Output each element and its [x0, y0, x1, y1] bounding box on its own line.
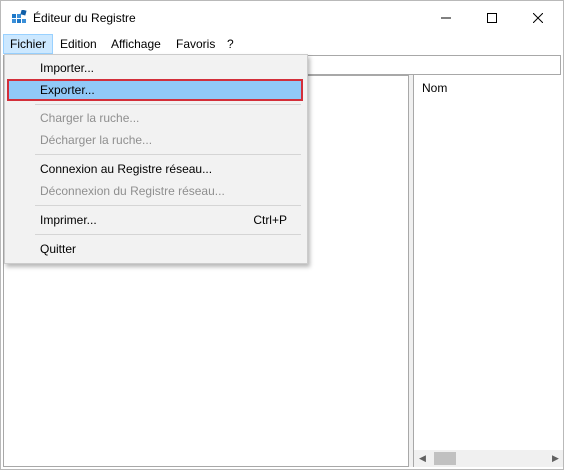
- maximize-button[interactable]: [469, 1, 515, 34]
- menu-item-exporter[interactable]: Exporter...: [7, 79, 303, 101]
- menu-item-decharger-ruche: Décharger la ruche...: [7, 129, 303, 151]
- menu-help[interactable]: ?: [221, 34, 240, 54]
- menu-item-deconnexion-reseau: Déconnexion du Registre réseau...: [7, 180, 303, 202]
- menu-fichier[interactable]: Fichier: [3, 34, 54, 54]
- column-header-nom[interactable]: Nom: [422, 81, 447, 95]
- minimize-icon: [441, 13, 451, 23]
- scroll-left-icon[interactable]: ◀: [414, 450, 431, 467]
- close-icon: [533, 12, 543, 23]
- title-bar[interactable]: Éditeur du Registre: [1, 1, 563, 34]
- horizontal-scrollbar[interactable]: ◀ ▶: [414, 450, 563, 467]
- menu-item-label: Décharger la ruche...: [40, 133, 153, 147]
- menu-item-connexion-reseau[interactable]: Connexion au Registre réseau...: [7, 158, 303, 180]
- menu-item-importer[interactable]: Importer...: [7, 57, 303, 79]
- scroll-thumb[interactable]: [434, 452, 456, 465]
- menu-item-charger-ruche: Charger la ruche...: [7, 107, 303, 129]
- menu-item-label: Exporter...: [40, 83, 95, 97]
- menu-item-quitter[interactable]: Quitter: [7, 238, 303, 260]
- menu-separator: [35, 104, 301, 105]
- scroll-right-icon[interactable]: ▶: [547, 450, 563, 467]
- menu-favoris[interactable]: Favoris: [170, 34, 221, 54]
- menu-item-imprimer[interactable]: Imprimer... Ctrl+P: [7, 209, 303, 231]
- menu-edition[interactable]: Edition: [54, 34, 103, 54]
- menu-item-shortcut: Ctrl+P: [253, 213, 287, 227]
- menu-item-label: Charger la ruche...: [40, 111, 140, 125]
- menu-item-label: Déconnexion du Registre réseau...: [40, 184, 225, 198]
- menu-affichage[interactable]: Affichage: [105, 34, 167, 54]
- menu-item-label: Imprimer...: [40, 213, 97, 227]
- maximize-icon: [487, 12, 497, 23]
- menu-separator: [35, 205, 301, 206]
- menu-separator: [35, 234, 301, 235]
- minimize-button[interactable]: [423, 1, 469, 34]
- registry-editor-window: Éditeur du Registre Fichier Edition Affi…: [0, 0, 564, 470]
- window-title: Éditeur du Registre: [33, 11, 136, 25]
- menu-item-label: Quitter: [40, 242, 77, 256]
- close-button[interactable]: [515, 1, 561, 34]
- registry-editor-icon: [11, 9, 27, 26]
- menu-bar: Fichier Edition Affichage Favoris ?: [1, 34, 563, 54]
- menu-separator: [35, 154, 301, 155]
- menu-item-label: Importer...: [40, 61, 95, 75]
- menu-item-label: Connexion au Registre réseau...: [40, 162, 213, 176]
- values-pane[interactable]: Nom ◀ ▶: [413, 75, 563, 467]
- file-menu-dropdown: Importer... Exporter... Charger la ruche…: [4, 54, 308, 264]
